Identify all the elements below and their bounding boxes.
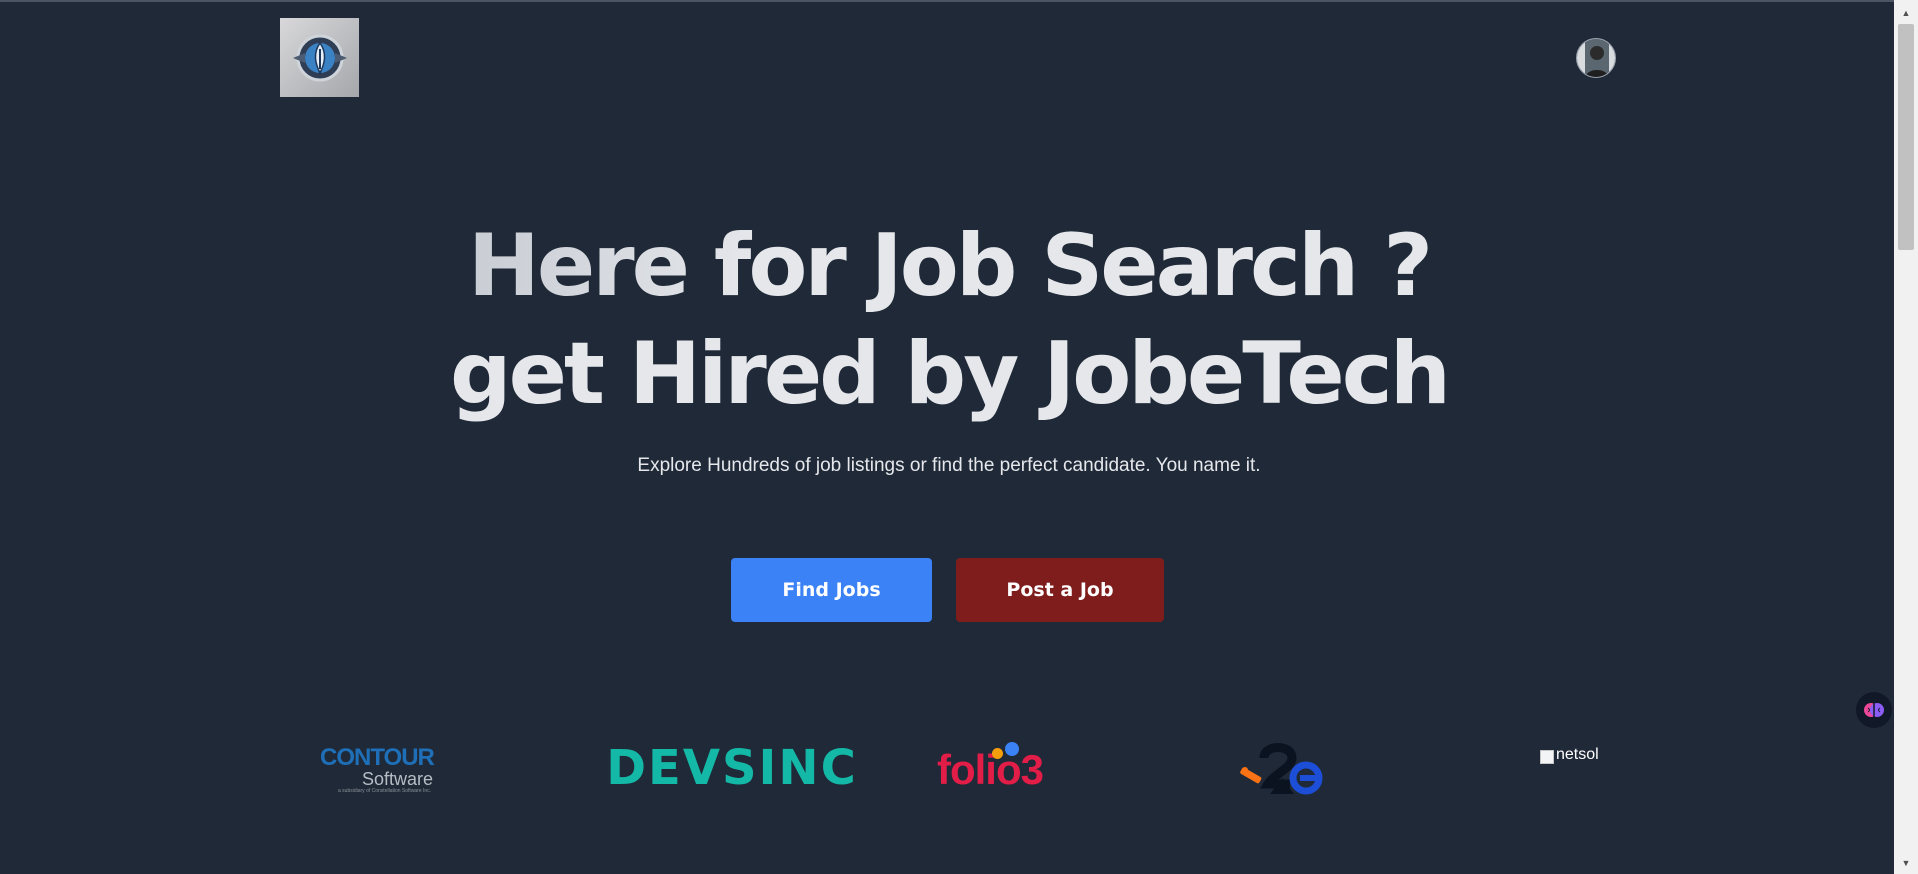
site-logo[interactable]: [280, 18, 359, 97]
netsol-alt-text: netsol: [1556, 746, 1599, 763]
company-logo-contour: CONTOUR Software a subsidiary of Constel…: [320, 740, 450, 800]
devsinc-logo-name: DEVSINC: [606, 740, 858, 796]
broken-image-icon: [1540, 750, 1554, 764]
company-logo-devsinc: DEVSINC: [606, 740, 856, 796]
folio3-logo-name: folio3: [937, 746, 1044, 793]
scroll-up-arrow-icon[interactable]: ▲: [1894, 4, 1918, 22]
hero-title-line-2: get Hired by JobeTech: [450, 324, 1451, 424]
hero-subtitle: Explore Hundreds of job listings or find…: [637, 455, 1261, 476]
contour-logo-sub: Software: [362, 769, 434, 789]
folio3-dot-blue: [1005, 742, 1019, 756]
folio3-dot-yellow: [992, 748, 1003, 759]
shield-emblem-icon: [292, 34, 347, 81]
company-logo-folio3: folio3: [930, 740, 1050, 800]
company-logo-i2c: [1234, 740, 1334, 800]
scrollbar-thumb[interactable]: [1898, 24, 1914, 250]
vertical-scrollbar[interactable]: ▲ ▼: [1894, 0, 1918, 874]
i2c-logo-icon: [1240, 743, 1323, 795]
brain-icon: [1864, 703, 1884, 717]
avatar-icon: [1577, 39, 1615, 77]
contour-logo-tagline: a subsidiary of Constellation Software I…: [338, 788, 432, 794]
hero-title: Here for Job Search ? get Hired by JobeT…: [0, 212, 1898, 428]
landing-page: Here for Job Search ? get Hired by JobeT…: [0, 0, 1918, 874]
find-jobs-button[interactable]: Find Jobs: [731, 558, 932, 622]
scroll-down-arrow-icon[interactable]: ▼: [1894, 854, 1918, 872]
contour-logo-name: CONTOUR: [320, 744, 435, 771]
extension-brain-icon[interactable]: [1856, 692, 1892, 728]
post-job-button[interactable]: Post a Job: [956, 558, 1164, 622]
window-top-border: [0, 0, 1918, 2]
company-logo-netsol: netsol: [1540, 740, 1640, 770]
user-avatar[interactable]: [1576, 38, 1616, 78]
hero-title-line-1: Here for Job Search ?: [0, 212, 1898, 320]
